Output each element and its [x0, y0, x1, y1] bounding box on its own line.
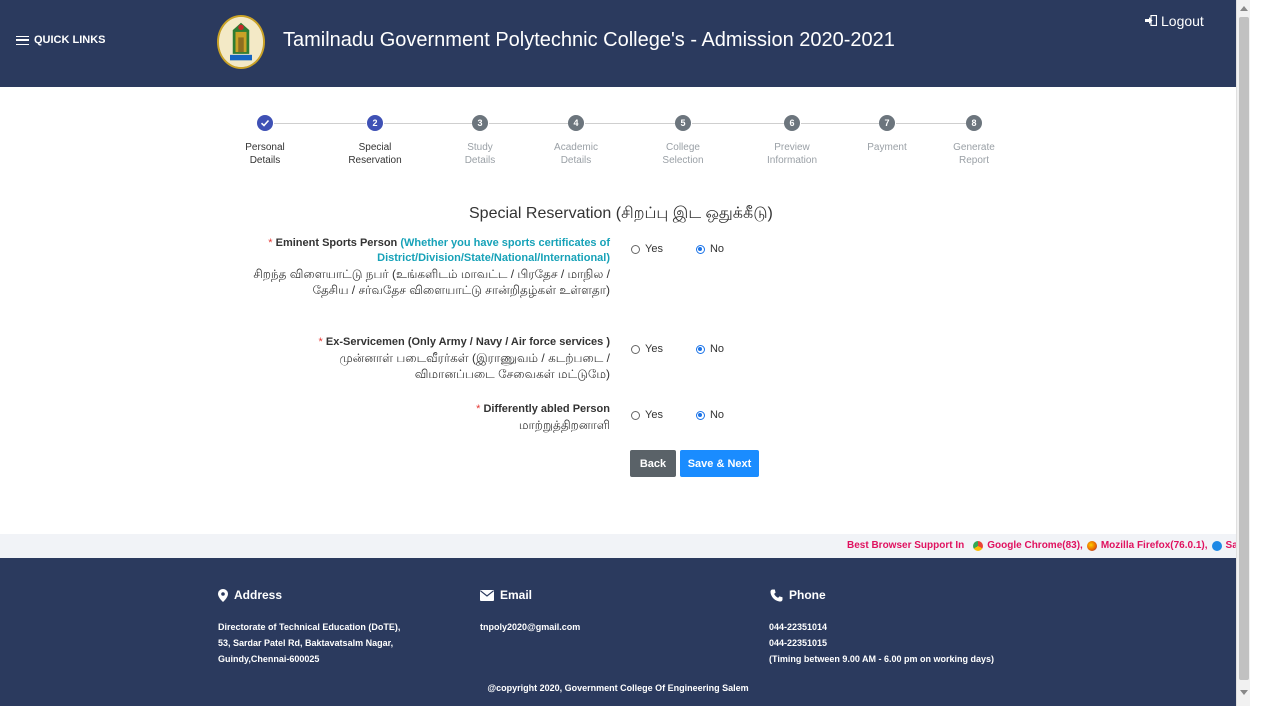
differently-abled-radio-group: Yes No: [631, 409, 724, 421]
check-icon: [257, 115, 273, 131]
tamilnadu-emblem-logo: [217, 15, 265, 69]
radio-unchecked-icon: [631, 410, 640, 420]
step-label: Special Reservation: [348, 142, 402, 166]
sports-label-ta: சிறந்த விளையாட்டு நபர் (உங்களிடம் மாவட்ட…: [253, 267, 610, 297]
step-number: 2: [367, 115, 383, 131]
ex-servicemen-label-en: Ex-Servicemen (Only Army / Navy / Air fo…: [325, 336, 610, 348]
save-next-button[interactable]: Save & Next: [680, 450, 759, 477]
step-number: 8: [966, 115, 982, 131]
envelope-icon: [480, 589, 494, 601]
back-button[interactable]: Back: [630, 450, 676, 477]
radio-unchecked-icon: [631, 344, 640, 354]
step-label: Payment: [867, 142, 907, 153]
differently-abled-yes-radio[interactable]: Yes: [631, 409, 663, 421]
scrollbar-thumb[interactable]: [1239, 17, 1249, 680]
ex-servicemen-no-radio[interactable]: No: [695, 343, 724, 355]
step-number: 6: [784, 115, 800, 131]
site-footer: Address Directorate of Technical Educati…: [0, 558, 1236, 706]
email-heading: Email: [480, 588, 532, 602]
address-heading: Address: [218, 588, 282, 602]
sports-question-label: * Eminent Sports Person (Whether you hav…: [250, 236, 610, 298]
step-personal-details[interactable]: Personal Details: [220, 115, 310, 167]
browser-support-text: Best Browser Support In Google Chrome(83…: [847, 540, 1236, 551]
sports-hint: (Whether you have sports certificates of…: [377, 237, 610, 264]
location-pin-icon: [218, 588, 228, 602]
sports-no-radio[interactable]: No: [695, 243, 724, 255]
scroll-up-icon[interactable]: [1240, 6, 1248, 11]
sports-yes-radio[interactable]: Yes: [631, 243, 663, 255]
step-number: 3: [472, 115, 488, 131]
step-label: Academic Details: [554, 142, 598, 166]
sports-label-en: Eminent Sports Person: [275, 237, 398, 249]
ex-servicemen-label-ta: முன்னாள் படைவீரர்கள் (இராணுவம் / கடற்படை…: [339, 351, 610, 381]
differently-abled-no-radio[interactable]: No: [695, 409, 724, 421]
logout-label: Logout: [1161, 13, 1204, 29]
differently-abled-label-ta: மாற்றுத்திறனாளி: [518, 418, 610, 432]
radio-unchecked-icon: [631, 244, 640, 254]
step-college-selection[interactable]: 5 College Selection: [638, 115, 728, 167]
ex-servicemen-question-label: * Ex-Servicemen (Only Army / Navy / Air …: [250, 335, 610, 382]
step-payment[interactable]: 7 Payment: [842, 115, 932, 154]
sports-radio-group: Yes No: [631, 243, 724, 255]
firefox-icon: [1086, 540, 1097, 551]
phone-icon: [770, 589, 783, 601]
logout-button[interactable]: Logout: [1145, 13, 1204, 29]
step-number: 4: [568, 115, 584, 131]
copyright-text: @copyright 2020, Government College Of E…: [487, 683, 749, 693]
address-text: Directorate of Technical Education (DoTE…: [218, 622, 401, 664]
quick-links-label: QUICK LINKS: [34, 34, 106, 46]
step-number: 5: [675, 115, 691, 131]
radio-checked-icon: [695, 244, 705, 254]
radio-checked-icon: [695, 410, 705, 420]
page-scrollbar[interactable]: [1236, 0, 1250, 706]
step-generate-report[interactable]: 8 Generate Report: [929, 115, 1019, 167]
ex-servicemen-radio-group: Yes No: [631, 343, 724, 355]
chrome-icon: [973, 540, 984, 551]
differently-abled-question-label: * Differently abled Person மாற்றுத்திறனா…: [310, 402, 610, 433]
phone-text: 044-22351014 044-22351015 (Timing betwee…: [769, 622, 995, 664]
ex-servicemen-yes-radio[interactable]: Yes: [631, 343, 663, 355]
page-title: Tamilnadu Government Polytechnic College…: [283, 29, 895, 51]
step-label: College Selection: [662, 142, 704, 166]
section-title: Special Reservation (சிறப்பு இட ஒதுக்கீட…: [469, 205, 773, 222]
step-number: 7: [879, 115, 895, 131]
step-label: Study Details: [464, 142, 496, 166]
email-link[interactable]: tnpoly2020@gmail.com: [480, 619, 580, 635]
step-label: Generate Report: [953, 142, 995, 166]
required-mark: *: [318, 336, 323, 348]
logout-icon: [1145, 13, 1158, 29]
required-mark: *: [476, 403, 481, 415]
quick-links-button[interactable]: QUICK LINKS: [16, 34, 106, 46]
step-label: Personal Details: [245, 142, 285, 166]
step-label: Preview Information: [766, 142, 818, 166]
step-study-details[interactable]: 3 Study Details: [435, 115, 525, 167]
step-academic-details[interactable]: 4 Academic Details: [531, 115, 621, 167]
browser-support-bar: Best Browser Support In Google Chrome(83…: [0, 534, 1236, 558]
menu-icon: [16, 35, 29, 45]
differently-abled-label-en: Differently abled Person: [483, 403, 610, 415]
phone-heading: Phone: [770, 588, 826, 602]
safari-icon: [1211, 540, 1222, 551]
step-special-reservation[interactable]: 2 Special Reservation: [330, 115, 420, 167]
radio-checked-icon: [695, 344, 705, 354]
required-mark: *: [268, 237, 273, 249]
scroll-down-icon[interactable]: [1240, 690, 1248, 695]
step-preview-information[interactable]: 6 Preview Information: [747, 115, 837, 167]
top-header: QUICK LINKS Tamilnadu Government Polytec…: [0, 0, 1236, 87]
